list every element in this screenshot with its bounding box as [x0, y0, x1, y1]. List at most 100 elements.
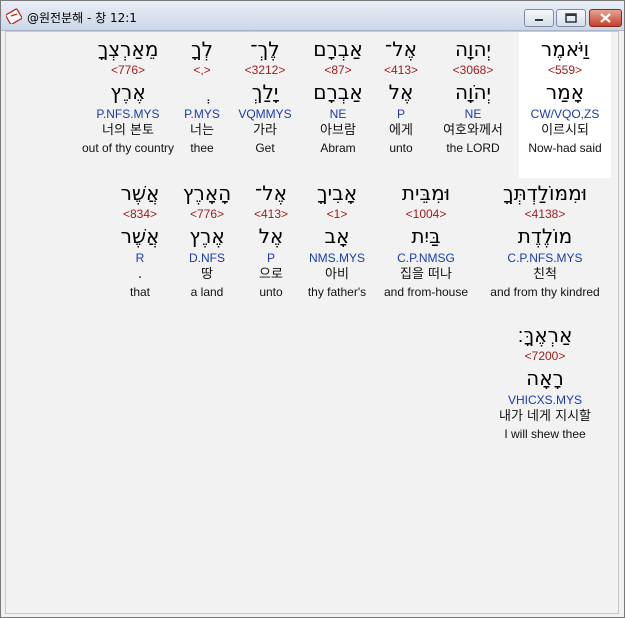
word-column[interactable]: אַבְרָם <87> אַבְרָם NE 아브람 Abram: [302, 36, 374, 156]
hebrew-word: וּמִבֵּית: [401, 181, 451, 205]
minimize-icon: [535, 19, 543, 21]
english-gloss: out of thy country: [81, 141, 175, 155]
hebrew-root: רָאָה: [526, 366, 564, 390]
hebrew-word: אַרְאֶךָּ׃: [517, 323, 573, 347]
hebrew-root: בַּיִת: [411, 224, 441, 248]
parsing-code: P.NFS.MYS: [96, 107, 160, 121]
strong-number[interactable]: <834>: [109, 206, 171, 222]
english-gloss: unto: [259, 285, 283, 299]
hebrew-root: מוֹלֶדֶת: [517, 224, 573, 248]
word-column[interactable]: הָאָרֶץ <776> אֶרֶץ D.NFS 땅 a land: [173, 180, 241, 300]
english-gloss: a land: [190, 285, 224, 299]
app-window: @원전분해 - 창 12:1 מֵאַרְצְךָ <776> אֶרֶץ P.…: [0, 0, 625, 618]
strong-number[interactable]: <559>: [519, 62, 611, 78]
window-title: @원전분해 - 창 12:1: [27, 11, 137, 25]
maximize-button[interactable]: [556, 9, 586, 27]
word-column-selected[interactable]: וַיֹּאמֶר <559> אָמַר CW/VQO,ZS 이르시되 Now…: [519, 32, 611, 178]
hebrew-root: אֶל: [258, 224, 284, 248]
word-column[interactable]: לֶךְ־ <3212> יָלַךְ VQMMYS 가라 Get: [232, 36, 298, 156]
parsing-code: C.P.NMSG: [397, 251, 455, 265]
korean-gloss: .: [137, 267, 143, 282]
parsing-code: R: [135, 251, 145, 265]
hebrew-root: אֶרֶץ: [189, 224, 225, 248]
korean-gloss: 땅: [201, 267, 213, 282]
minimize-button[interactable]: [524, 9, 554, 27]
word-column[interactable]: מֵאַרְצְךָ <776> אֶרֶץ P.NFS.MYS 너의 본토 o…: [70, 36, 186, 156]
strong-number[interactable]: <1>: [300, 206, 374, 222]
strong-number[interactable]: <7200>: [490, 348, 600, 364]
english-gloss: and from thy kindred: [490, 285, 600, 299]
hebrew-word: וּמִמּוֹלַדְתְּךָ: [502, 181, 588, 205]
word-column[interactable]: לְךָ <,> ְ P.MYS 너는 thee: [177, 36, 227, 156]
hebrew-word: יְהוָה: [454, 37, 492, 61]
parsing-code: CW/VQO,ZS: [530, 107, 600, 121]
parsing-code: P: [396, 107, 405, 121]
parsing-code: NE: [464, 107, 482, 121]
hebrew-root: אָמַר: [545, 80, 585, 104]
word-column[interactable]: אֶל־ <413> אֶל P 으로 unto: [246, 180, 296, 300]
parsing-code: D.NFS: [189, 251, 225, 265]
korean-gloss: 가라: [253, 123, 277, 138]
word-column[interactable]: אַרְאֶךָּ׃ <7200> רָאָה VHICXS.MYS 내가 네게…: [490, 322, 600, 442]
english-gloss: the LORD: [446, 141, 500, 155]
korean-gloss: 에게: [389, 123, 413, 138]
close-icon: [600, 13, 611, 23]
hebrew-word: הָאָרֶץ: [182, 181, 232, 205]
parsing-code: P: [266, 251, 275, 265]
hebrew-word: לְךָ: [190, 37, 214, 61]
word-column[interactable]: אָבִיךָ <1> אָב NMS.MYS 아비 thy father's: [300, 180, 374, 300]
word-column[interactable]: וּמִמּוֹלַדְתְּךָ <4138> מוֹלֶדֶת C.P.NF…: [480, 180, 610, 300]
hebrew-root: אֶרֶץ: [110, 80, 146, 104]
korean-gloss: 친척: [533, 267, 557, 282]
parsing-code: VHICXS.MYS: [507, 393, 582, 407]
hebrew-word: אֶל־: [385, 37, 417, 61]
english-gloss: that: [129, 285, 150, 299]
strong-number[interactable]: <776>: [70, 62, 186, 78]
title-bar[interactable]: @원전분해 - 창 12:1: [1, 1, 624, 31]
hebrew-root: אָב: [324, 224, 350, 248]
korean-gloss: 아비: [325, 267, 349, 282]
strong-number[interactable]: <87>: [302, 62, 374, 78]
english-gloss: Now-had said: [528, 141, 602, 155]
parsing-code: NE: [329, 107, 347, 121]
hebrew-root: אֲשֶׁר: [120, 224, 160, 248]
english-gloss: Get: [255, 141, 275, 155]
hebrew-word: מֵאַרְצְךָ: [97, 37, 159, 61]
english-gloss: I will shew thee: [504, 427, 586, 441]
hebrew-root: יָלַךְ: [251, 80, 279, 104]
korean-gloss: 너는: [190, 123, 214, 138]
parsing-code: NMS.MYS: [308, 251, 365, 265]
korean-gloss: 으로: [259, 267, 283, 282]
hebrew-word: לֶךְ־: [250, 37, 280, 61]
english-gloss: thy father's: [307, 285, 367, 299]
parsing-code: C.P.NFS.MYS: [507, 251, 583, 265]
korean-gloss: 집을 떠나: [400, 267, 452, 282]
hebrew-root: יְהֹוָה: [454, 80, 492, 104]
word-column[interactable]: אֶל־ <413> אֶל P 에게 unto: [376, 36, 426, 156]
hebrew-word: אֲשֶׁר: [120, 181, 160, 205]
strong-number[interactable]: <1004>: [378, 206, 474, 222]
hebrew-root: אֶל: [388, 80, 414, 104]
word-column[interactable]: וּמִבֵּית <1004> בַּיִת C.P.NMSG 집을 떠나 a…: [378, 180, 474, 300]
korean-gloss: 이르시되: [541, 123, 589, 138]
word-analysis-panel: מֵאַרְצְךָ <776> אֶרֶץ P.NFS.MYS 너의 본토 o…: [5, 31, 619, 614]
hebrew-root: ְ: [177, 78, 227, 106]
word-column[interactable]: אֲשֶׁר <834> אֲשֶׁר R . that: [109, 180, 171, 300]
korean-gloss: 여호와께서: [443, 123, 503, 138]
maximize-icon: [565, 13, 577, 23]
strong-number[interactable]: <,>: [177, 62, 227, 78]
strong-number[interactable]: <413>: [376, 62, 426, 78]
strong-number[interactable]: <4138>: [480, 206, 610, 222]
hebrew-word: אַבְרָם: [313, 37, 363, 61]
strong-number[interactable]: <413>: [246, 206, 296, 222]
strong-number[interactable]: <3212>: [232, 62, 298, 78]
korean-gloss: 아브람: [320, 123, 356, 138]
strong-number[interactable]: <3068>: [432, 62, 514, 78]
close-button[interactable]: [589, 9, 622, 27]
strong-number[interactable]: <776>: [173, 206, 241, 222]
english-gloss: Abram: [320, 141, 356, 155]
hebrew-word: אָבִיךָ: [316, 181, 358, 205]
word-column[interactable]: יְהוָה <3068> יְהֹוָה NE 여호와께서 the LORD: [432, 36, 514, 156]
parsing-code: VQMMYS: [238, 107, 292, 121]
english-gloss: unto: [389, 141, 413, 155]
